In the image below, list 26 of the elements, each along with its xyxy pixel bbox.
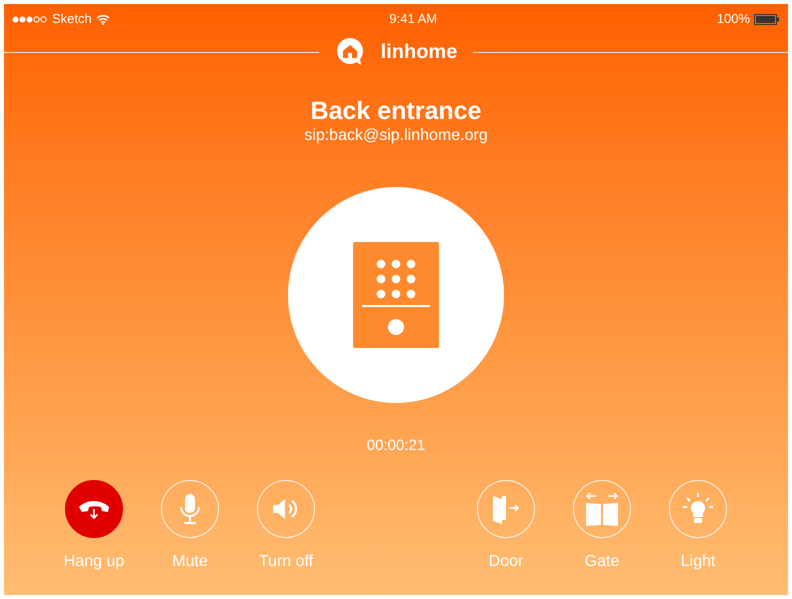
button-label: Gate [584, 552, 620, 572]
button-label: Light [680, 552, 716, 572]
gate-arrows-icon [583, 492, 621, 526]
microphone-icon [178, 492, 202, 525]
button-label: Hang up [64, 552, 124, 572]
carrier-name: Sketch [52, 10, 92, 28]
button-label: Turn off [258, 552, 314, 572]
signal-icon [12, 16, 48, 22]
button-label: Mute [172, 552, 208, 572]
house-logo-icon [334, 37, 365, 67]
gate-button[interactable] [573, 480, 631, 538]
battery-icon [754, 14, 780, 24]
button-label: Door [488, 552, 524, 572]
door-panel-icon [353, 242, 439, 348]
sip-address: sip:back@sip.linhome.org [304, 126, 488, 146]
logo-text: linhome [380, 40, 458, 65]
light-bulb-icon [682, 492, 714, 526]
speaker-button[interactable] [257, 480, 315, 538]
caller-name: Back entrance [310, 96, 482, 126]
status-time: 9:41 AM [389, 10, 438, 28]
door-button[interactable] [477, 480, 535, 538]
call-duration: 00:00:21 [366, 436, 426, 456]
battery-percent: 100% [716, 10, 750, 28]
light-button[interactable] [669, 480, 727, 538]
mute-button[interactable] [161, 480, 219, 538]
wifi-icon [96, 14, 110, 24]
